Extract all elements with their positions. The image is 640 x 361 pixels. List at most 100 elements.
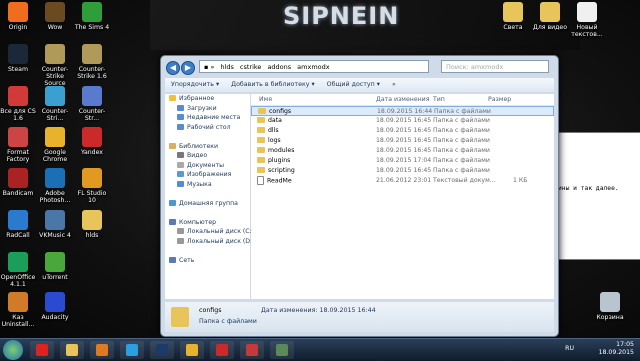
nav-item[interactable]: Локальный диск (D:) xyxy=(165,237,255,247)
address-bar[interactable]: ▪ » hlds cstrike addons amxmodx xyxy=(199,60,429,73)
desktop-icon[interactable]: Света xyxy=(495,2,531,46)
taskbar-button[interactable] xyxy=(120,341,144,359)
taskbar-button[interactable] xyxy=(90,341,114,359)
desktop-icon[interactable]: Yandex xyxy=(74,127,110,171)
desktop-icon[interactable]: Counter-Str... xyxy=(74,86,110,130)
desktop-icon[interactable]: RadCall xyxy=(0,210,36,254)
column-header[interactable]: Размер xyxy=(488,94,511,105)
nav-item[interactable]: Сеть xyxy=(165,256,250,266)
nav-item-icon xyxy=(177,180,184,187)
taskbar-button[interactable] xyxy=(180,341,204,359)
desktop-icon[interactable]: Все для CS 1.6 xyxy=(0,86,36,130)
desktop-icon[interactable]: uTorrent xyxy=(37,252,73,296)
desktop-icon[interactable]: The Sims 4 xyxy=(74,2,110,46)
nav-item[interactable]: Локальный диск (C:) xyxy=(165,227,254,237)
file-row[interactable]: ReadMe 21.06.2012 23:01 Текстовый докум...… xyxy=(251,176,554,186)
desktop-icon-label: Format Factory xyxy=(6,149,30,163)
file-row[interactable]: configs 18.09.2015 16:44 Папка с файлами xyxy=(251,106,554,116)
breadcrumb-item[interactable]: amxmodx xyxy=(297,63,329,71)
desktop-icon[interactable]: Format Factory xyxy=(0,127,36,171)
nav-item-icon xyxy=(177,171,184,177)
file-name: modules xyxy=(268,147,295,154)
file-row[interactable]: modules 18.09.2015 16:45 Папка с файлами xyxy=(251,146,554,156)
app-icon xyxy=(82,44,102,64)
background-text-window[interactable]: ины и так далее. xyxy=(555,132,640,260)
desktop-icon-label: Counter-Stri... xyxy=(41,108,69,122)
desktop-icon[interactable]: Bandicam xyxy=(0,168,36,212)
nav-item[interactable]: Недавние места xyxy=(165,113,250,123)
nav-item[interactable]: Рабочий стол xyxy=(165,123,250,133)
nav-item[interactable]: Изображения xyxy=(165,170,250,180)
toolbar-button[interactable]: Добавить в библиотеку ▾ xyxy=(231,81,314,88)
nav-item[interactable]: Домашняя группа xyxy=(165,199,250,209)
desktop-icon[interactable]: OpenOffice 4.1.1 xyxy=(0,252,36,296)
nav-item[interactable]: Музыка xyxy=(165,180,250,190)
file-row[interactable]: data 18.09.2015 16:45 Папка с файлами xyxy=(251,116,554,126)
explorer-titlebar[interactable]: ◀ ▶ ▪ » hlds cstrike addons amxmodx Поиск: a… xyxy=(161,56,558,78)
desktop-icon[interactable]: FL Studio 10 xyxy=(74,168,110,212)
nav-item xyxy=(165,208,250,218)
breadcrumb-item[interactable]: cstrike xyxy=(240,63,262,71)
desktop-icon[interactable]: Google Chrome xyxy=(37,127,73,171)
column-header[interactable]: Имя xyxy=(259,94,272,105)
file-row[interactable]: dlls 18.09.2015 16:45 Папка с файлами xyxy=(251,126,554,136)
file-name-cell: dlls xyxy=(257,126,279,136)
system-tray[interactable]: RU 17:05 18.09.2015 xyxy=(565,341,634,357)
taskbar-button[interactable] xyxy=(150,341,174,359)
taskbar-button[interactable] xyxy=(60,341,84,359)
taskbar-button[interactable] xyxy=(30,341,54,359)
toolbar-button[interactable]: Упорядочить ▾ xyxy=(171,81,219,88)
nav-item[interactable]: Видео xyxy=(165,151,250,161)
language-indicator[interactable]: RU xyxy=(565,345,574,353)
desktop-icon[interactable]: Steam xyxy=(0,44,36,88)
nav-item[interactable]: Загрузки xyxy=(165,104,250,114)
breadcrumb-item[interactable]: addons xyxy=(267,63,291,71)
file-row[interactable]: logs 18.09.2015 16:45 Папка с файлами xyxy=(251,136,554,146)
toolbar-button[interactable]: Общий доступ ▾ xyxy=(327,81,380,88)
nav-item[interactable]: Избранное xyxy=(165,94,250,104)
taskbar-button[interactable] xyxy=(270,341,294,359)
nav-item-icon xyxy=(169,199,176,206)
nav-item-label: Избранное xyxy=(179,95,215,102)
desktop-icon[interactable]: Для видео xyxy=(532,2,568,46)
toolbar-button[interactable]: » xyxy=(392,81,396,88)
app-icon xyxy=(45,2,65,22)
app-icon xyxy=(8,168,28,188)
start-button[interactable] xyxy=(3,340,23,360)
desktop-icon[interactable]: hlds xyxy=(74,210,110,254)
desktop-icon[interactable]: Каз Uninstall... xyxy=(0,292,36,336)
desktop-icon[interactable]: Counter-Stri... xyxy=(37,86,73,130)
column-header[interactable]: Тип xyxy=(433,94,445,105)
desktop-icon[interactable]: Новый текстов... xyxy=(569,2,605,46)
nav-item[interactable]: Библиотеки xyxy=(165,142,250,152)
desktop-icon[interactable]: Adobe Photosh... xyxy=(37,168,73,212)
details-type: Папка с файлами xyxy=(199,318,257,325)
taskbar-button[interactable] xyxy=(210,341,234,359)
nav-item[interactable]: Документы xyxy=(165,161,250,171)
explorer-window[interactable]: ◀ ▶ ▪ » hlds cstrike addons amxmodx Поиск: a… xyxy=(160,55,559,337)
desktop-icon[interactable]: Wow xyxy=(37,2,73,46)
nav-item[interactable]: Компьютер xyxy=(165,218,250,228)
desktop-icon[interactable]: Audacity xyxy=(37,292,73,336)
desktop-icon[interactable]: VKMusic 4 xyxy=(37,210,73,254)
file-row[interactable]: scripting 18.09.2015 16:45 Папка с файлами xyxy=(251,166,554,176)
breadcrumb-item[interactable]: hlds xyxy=(220,63,233,71)
search-input[interactable]: Поиск: amxmodx xyxy=(441,60,549,73)
desktop-icon[interactable]: Корзина xyxy=(592,292,628,336)
desktop-icon[interactable]: Counter-Strike 1.6 xyxy=(74,44,110,88)
column-header[interactable]: Дата изменения xyxy=(376,94,429,105)
file-row[interactable]: plugins 18.09.2015 17:04 Папка с файлами xyxy=(251,156,554,166)
desktop-icon-label: Adobe Photosh... xyxy=(39,190,71,204)
skype-icon xyxy=(126,344,138,356)
nav-item-label: Недавние места xyxy=(187,114,241,121)
back-arrow-icon[interactable]: ◀ xyxy=(166,61,180,75)
desktop-icon[interactable]: Counter-Strike Source xyxy=(37,44,73,88)
forward-arrow-icon[interactable]: ▶ xyxy=(181,61,195,75)
app-icon xyxy=(8,44,28,64)
nav-item xyxy=(165,246,250,256)
desktop-icon[interactable]: Origin xyxy=(0,2,36,46)
taskbar-button[interactable] xyxy=(240,341,264,359)
desktop-icon-label: uTorrent xyxy=(42,274,68,281)
nav-item-icon xyxy=(169,256,176,263)
app-icon xyxy=(8,127,28,147)
